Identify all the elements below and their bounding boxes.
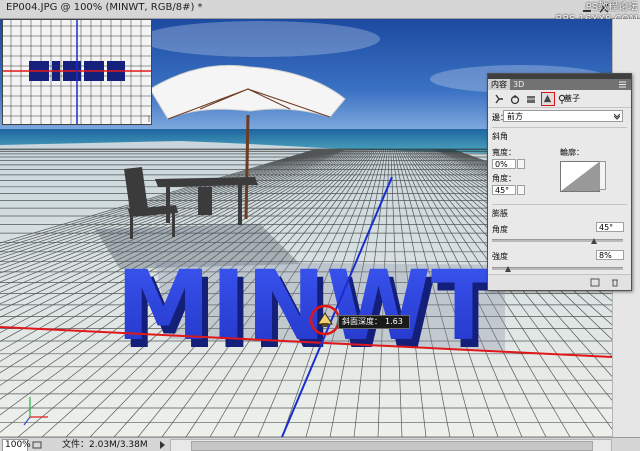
navigator-grid xyxy=(3,20,151,124)
tooltip-label: 斜面深度： xyxy=(342,317,382,326)
edge-select[interactable]: 前方 xyxy=(503,110,623,122)
watermark-line-1: PS教程论坛 xyxy=(585,2,638,13)
navigator-preview[interactable] xyxy=(2,19,152,125)
contour-label: 輪廓： xyxy=(560,148,584,157)
contour-preview[interactable] xyxy=(560,161,600,192)
contour-curve xyxy=(561,162,599,191)
divider xyxy=(492,127,627,128)
inflate-section-title: 膨脹 xyxy=(492,209,508,218)
bevel-angle-stepper[interactable] xyxy=(517,185,525,195)
bevel-angle-field[interactable]: 45° xyxy=(492,185,516,195)
zoom-field[interactable]: 100% xyxy=(2,439,31,451)
inflate-angle-slider[interactable] xyxy=(492,239,623,242)
inflate-strength-slider-thumb[interactable] xyxy=(504,266,511,272)
status-info-icon[interactable] xyxy=(32,440,42,450)
panel-menu-icon[interactable] xyxy=(618,80,627,89)
inflate-angle-field[interactable]: 45° xyxy=(596,222,624,232)
properties-panel: 内容 3D 蓋子 邊： 前方 斜角 寬度： 0% 角度： 45° 輪廓： 膨脹 … xyxy=(487,73,632,291)
edge-select-value: 前方 xyxy=(507,112,523,121)
panel-footer xyxy=(488,274,631,290)
svg-text:MINWT: MINWT xyxy=(116,250,496,362)
bevel-section-title: 斜角 xyxy=(492,132,508,141)
bevel-width-label: 寬度： xyxy=(492,148,516,157)
inflate-strength-field[interactable]: 8% xyxy=(596,250,624,260)
status-menu-arrow-icon[interactable] xyxy=(158,440,167,450)
camera-icon[interactable] xyxy=(493,93,505,105)
document-info: 文件：2.03M/3.38M xyxy=(62,440,148,450)
document-title-bar[interactable]: EP004.JPG @ 100% (MINWT, RGB/8#) * PS教程论… xyxy=(0,0,640,25)
cap-label: 蓋子 xyxy=(564,94,580,103)
bevel-angle-label: 角度： xyxy=(492,174,516,183)
minwt-3d-text: MINWT MINWT xyxy=(116,250,505,370)
inflate-strength-label: 強度 xyxy=(492,252,508,261)
bevel-width-field[interactable]: 0% xyxy=(492,159,516,169)
horizontal-scrollbar[interactable] xyxy=(170,439,612,451)
inflate-strength-slider[interactable] xyxy=(492,267,623,270)
contour-dropdown[interactable] xyxy=(599,161,606,190)
lock-icon[interactable] xyxy=(509,93,521,105)
photoshop-window: EP004.JPG @ 100% (MINWT, RGB/8#) * PS教程论… xyxy=(0,0,640,451)
bevel-depth-tooltip: 斜面深度： 1.63 xyxy=(338,315,410,329)
tab-properties[interactable]: 内容 xyxy=(488,79,510,90)
inflate-angle-slider-thumb[interactable] xyxy=(591,238,598,244)
bevel-tool-button[interactable] xyxy=(541,92,555,106)
bevel-width-stepper[interactable] xyxy=(517,159,525,169)
horizontal-scrollbar-thumb[interactable] xyxy=(191,441,593,451)
tab-3d[interactable]: 3D xyxy=(510,79,527,90)
chevron-down-icon xyxy=(614,113,620,120)
tooltip-value: 1.63 xyxy=(385,317,403,326)
document-title: EP004.JPG @ 100% (MINWT, RGB/8#) * xyxy=(6,2,203,13)
status-bar: 100% 文件：2.03M/3.38M xyxy=(0,437,640,451)
divider xyxy=(492,204,627,205)
mesh-icon[interactable] xyxy=(525,93,537,105)
inflate-angle-label: 角度 xyxy=(492,225,508,234)
bevel-icon xyxy=(543,94,552,103)
trash-icon[interactable] xyxy=(610,278,620,287)
panel-toolbar: 蓋子 xyxy=(488,91,631,108)
panel-tabs: 内容 3D xyxy=(488,79,631,90)
swap-icon[interactable] xyxy=(590,278,600,287)
